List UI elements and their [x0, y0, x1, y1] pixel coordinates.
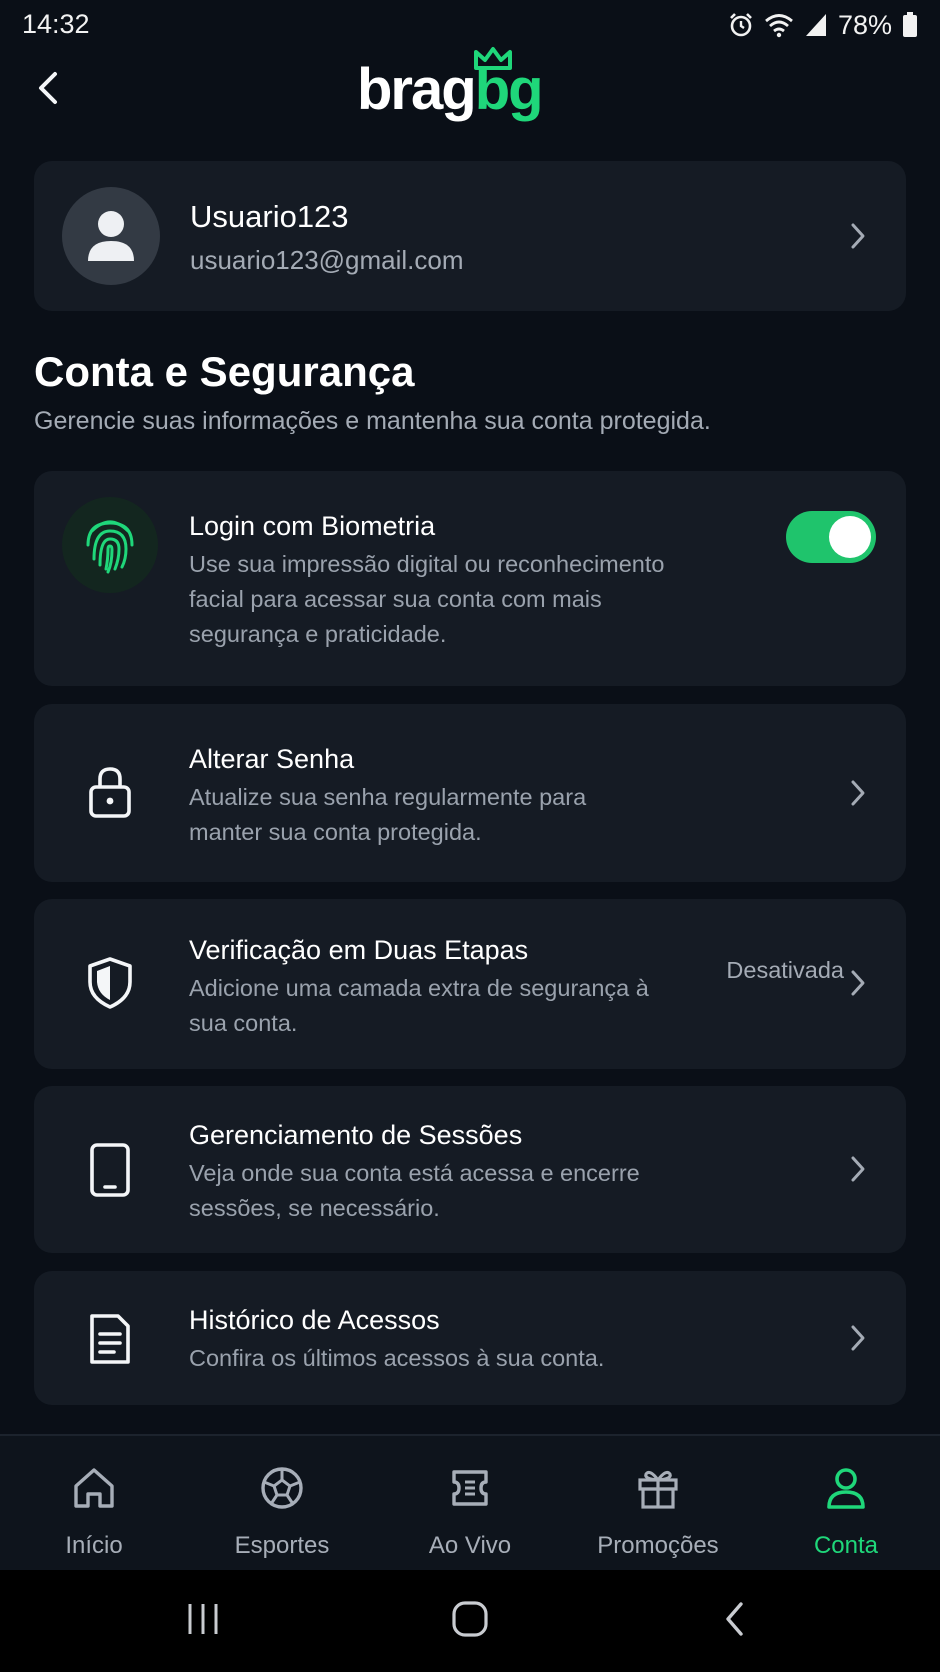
wifi-icon [764, 12, 794, 38]
profile-email: usuario123@gmail.com [190, 245, 464, 275]
chevron-right-icon [838, 773, 878, 813]
home-circle-icon [451, 1600, 489, 1643]
nav-item-promocoes[interactable]: Promoções [564, 1436, 752, 1570]
nav-label-promocoes: Promoções [597, 1532, 719, 1559]
session-management-title: Gerenciamento de Sessões [189, 1120, 523, 1150]
logo-text: bragbg [357, 56, 544, 123]
user-avatar-icon [88, 211, 134, 261]
screen: 14:32 78% bragbg Usuario123 usuario123@g… [0, 0, 940, 1672]
nav-item-ao-vivo[interactable]: Ao Vivo [376, 1436, 564, 1570]
section-subtitle: Gerencie suas informações e mantenha sua… [34, 407, 711, 435]
nav-label-ao-vivo: Ao Vivo [428, 1532, 512, 1559]
profile-card[interactable]: Usuario123 usuario123@gmail.com [34, 161, 906, 311]
change-password-description: Atualize sua senha regularmente para man… [189, 784, 587, 845]
change-password-title: Alterar Senha [189, 744, 355, 774]
battery-icon [902, 12, 918, 38]
home-icon [0, 1462, 188, 1514]
nav-item-conta[interactable]: Conta [752, 1436, 940, 1570]
fingerprint-icon [86, 520, 134, 574]
nav-label-inicio: Início [65, 1532, 123, 1559]
access-history-title: Histórico de Acessos [189, 1305, 440, 1335]
nav-item-inicio[interactable]: Início [0, 1436, 188, 1570]
recent-apps-button[interactable] [168, 1592, 238, 1650]
profile-username: Usuario123 [190, 199, 349, 234]
status-time: 14:32 [22, 9, 90, 39]
chevron-right-icon [838, 1149, 878, 1189]
back-button[interactable] [22, 64, 74, 116]
chevron-right-icon [838, 1318, 878, 1358]
nav-label-conta: Conta [813, 1532, 879, 1559]
back-arrow-icon [33, 68, 63, 113]
section-title: Conta e Segurança [34, 348, 415, 395]
access-history-description: Confira os últimos acessos à sua conta. [189, 1345, 605, 1371]
biometric-login-title: Login com Biometria [189, 511, 436, 541]
shield-icon-wrapper [62, 935, 158, 1031]
ticket-icon [376, 1462, 564, 1514]
lock-icon [89, 767, 131, 818]
system-navigation-bar [0, 1570, 940, 1672]
app-header: bragbg [0, 47, 940, 150]
user-icon [752, 1462, 940, 1514]
chevron-right-icon [838, 216, 878, 256]
biometric-login-description: Use sua impressão digital ou reconhecime… [189, 551, 665, 647]
soccer-ball-icon [188, 1462, 376, 1514]
bragbg-logo: bragbg [357, 47, 587, 130]
phone-icon-wrapper [62, 1122, 158, 1218]
two-step-verification-card[interactable]: Verificação em Duas Etapas Adicione uma … [34, 899, 906, 1069]
session-management-card[interactable]: Gerenciamento de Sessões Veja onde sua c… [34, 1086, 906, 1253]
system-back-button[interactable] [700, 1592, 770, 1650]
status-bar: 14:32 78% [0, 0, 940, 50]
two-step-verification-title: Verificação em Duas Etapas [189, 935, 529, 965]
battery-percentage: 78% [837, 9, 892, 40]
nav-item-esportes[interactable]: Esportes [188, 1436, 376, 1570]
change-password-card[interactable]: Alterar Senha Atualize sua senha regular… [34, 704, 906, 882]
toggle-knob [829, 516, 871, 558]
system-back-icon [723, 1600, 747, 1643]
session-management-description: Veja onde sua conta está acessa e encerr… [189, 1160, 640, 1221]
access-history-card[interactable]: Histórico de Acessos Confira os últimos … [34, 1271, 906, 1405]
avatar [62, 187, 160, 285]
bottom-navigation: Início Esportes Ao Vivo Promoções Conta [0, 1434, 940, 1570]
logo-brag: brag [357, 57, 477, 122]
document-icon [90, 1314, 130, 1364]
lock-icon-wrapper [62, 744, 158, 840]
logo-bg: bg [474, 57, 544, 122]
alarm-icon [728, 12, 754, 38]
gift-icon [564, 1462, 752, 1514]
two-step-verification-description: Adicione uma camada extra de segurança à… [189, 975, 649, 1036]
chevron-right-icon [838, 963, 878, 1003]
biometric-login-toggle[interactable] [786, 511, 876, 563]
shield-icon [88, 957, 132, 1009]
signal-icon [804, 12, 828, 38]
phone-icon [90, 1143, 130, 1197]
biometric-login-card[interactable]: Login com Biometria Use sua impressão di… [34, 471, 906, 686]
recent-apps-icon [185, 1601, 221, 1642]
document-icon-wrapper [62, 1291, 158, 1387]
home-button[interactable] [435, 1592, 505, 1650]
two-step-status: Desativada [726, 957, 844, 983]
nav-label-esportes: Esportes [234, 1532, 330, 1559]
fingerprint-icon-wrapper [62, 497, 158, 593]
status-icons: 78% [728, 8, 918, 42]
